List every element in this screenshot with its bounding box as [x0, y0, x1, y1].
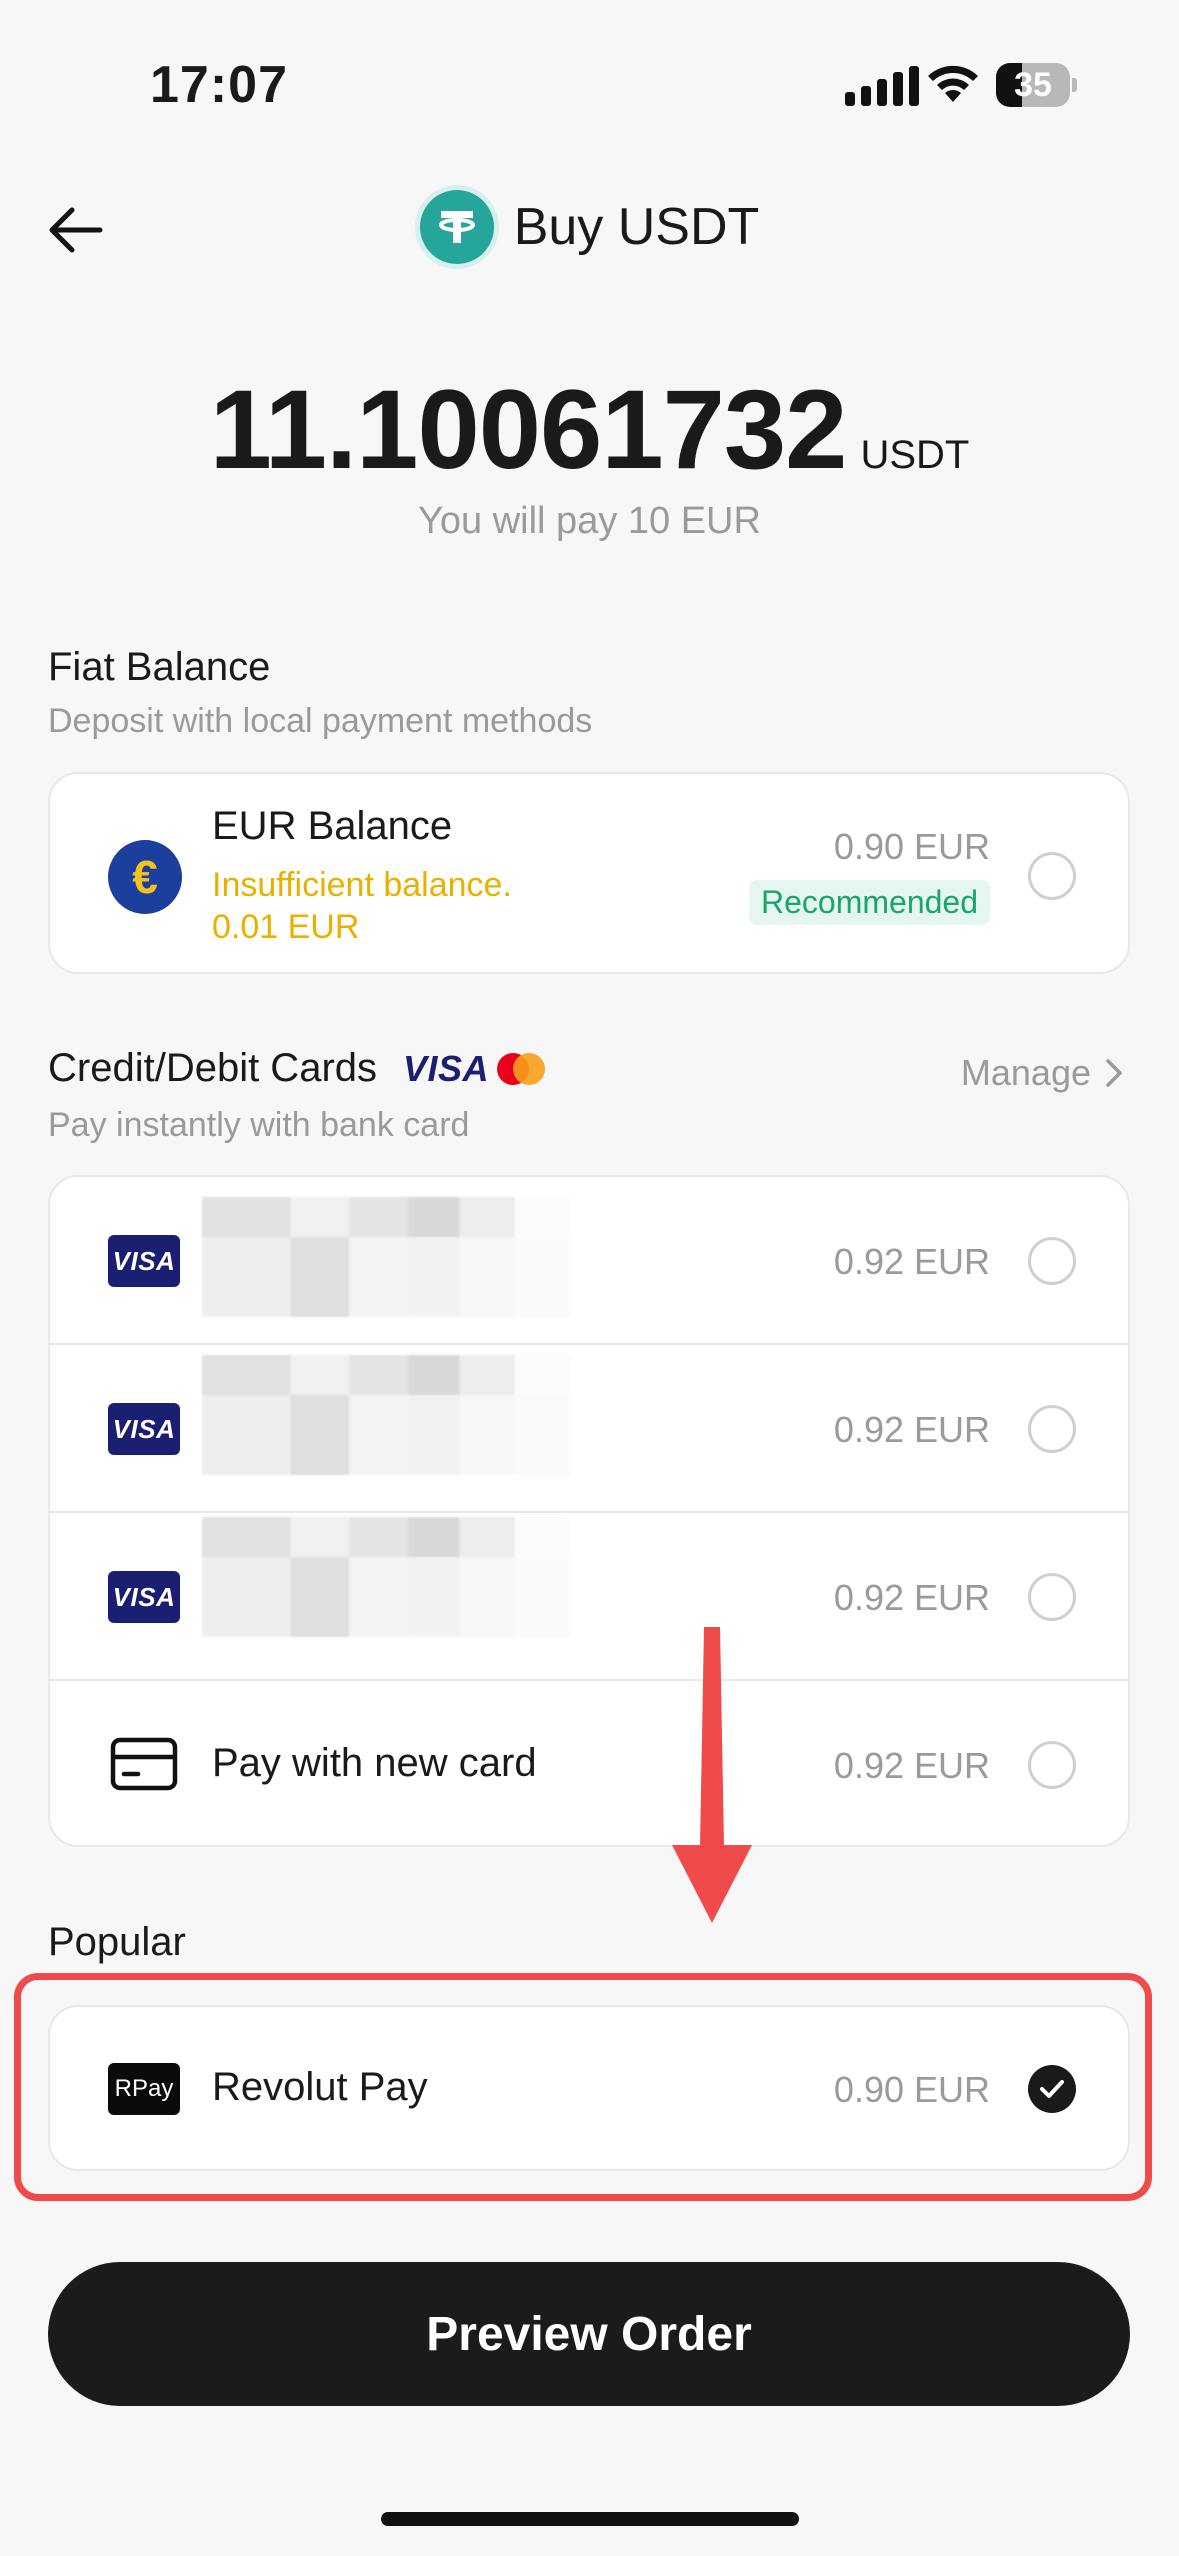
recommended-badge: Recommended: [749, 880, 990, 925]
card-radio-1[interactable]: [1028, 1237, 1076, 1285]
amount-unit: USDT: [860, 433, 970, 477]
mastercard-logo-icon: [497, 1052, 546, 1085]
masked-card-number: [202, 1197, 570, 1317]
header-title-group: Buy USDT: [0, 190, 1179, 264]
new-card-label: Pay with new card: [212, 1741, 537, 1785]
header: Buy USDT: [0, 180, 1179, 280]
euro-coin-icon: €: [108, 840, 182, 914]
home-indicator[interactable]: [381, 2512, 799, 2526]
tether-logo-icon: [419, 190, 494, 264]
amount-display: 11.10061732 USDT: [0, 365, 1179, 494]
pay-note: You will pay 10 EUR: [418, 500, 761, 542]
eur-balance-radio[interactable]: [1028, 852, 1076, 900]
cards-section-header: Credit/Debit Cards VISA: [48, 1046, 546, 1091]
status-time: 17:07: [150, 56, 288, 114]
fiat-balance-card: € EUR Balance Insufficient balance. 0.01…: [48, 772, 1130, 974]
fiat-section-subtitle: Deposit with local payment methods: [48, 702, 593, 740]
cards-section-subtitle: Pay instantly with bank card: [48, 1106, 470, 1144]
status-bar: 17:07 35: [0, 0, 1179, 170]
visa-card-icon: VISA: [108, 1571, 180, 1623]
cellular-signal-icon: [845, 66, 919, 106]
card-price: 0.92 EUR: [833, 1409, 990, 1450]
manage-cards-link[interactable]: Manage: [961, 1052, 1123, 1094]
eur-balance-label: EUR Balance: [212, 804, 453, 848]
page-title: Buy USDT: [513, 198, 760, 256]
card-brands: VISA: [403, 1047, 546, 1090]
credit-card-icon: [110, 1737, 178, 1791]
card-price: 0.92 EUR: [833, 1577, 990, 1618]
down-arrow-annotation-icon: [672, 1627, 752, 1923]
insufficient-warning: Insufficient balance.: [212, 866, 512, 904]
card-price: 0.92 EUR: [833, 1241, 990, 1282]
battery-level: 35: [1014, 66, 1052, 104]
card-radio-3[interactable]: [1028, 1573, 1076, 1621]
card-option-2[interactable]: VISA 0.92 EUR: [50, 1345, 1128, 1513]
amount-value: 11.10061732: [209, 367, 848, 492]
card-radio-2[interactable]: [1028, 1405, 1076, 1453]
visa-logo: VISA: [403, 1047, 490, 1089]
eur-balance-option[interactable]: € EUR Balance Insufficient balance. 0.01…: [50, 774, 1128, 972]
insufficient-amount: 0.01 EUR: [212, 908, 360, 946]
wifi-icon: [928, 65, 978, 102]
card-option-1[interactable]: VISA 0.92 EUR: [50, 1177, 1128, 1345]
visa-card-icon: VISA: [108, 1235, 180, 1287]
battery-icon: 35: [996, 63, 1077, 107]
visa-card-icon: VISA: [108, 1403, 180, 1455]
cards-section-title: Credit/Debit Cards: [48, 1046, 378, 1090]
manage-label: Manage: [960, 1052, 1091, 1093]
cards-list: VISA 0.92 EUR VISA 0.92 EUR VISA 0.92 EU…: [48, 1175, 1130, 1847]
popular-section-title: Popular: [48, 1920, 186, 1964]
new-card-radio[interactable]: [1028, 1741, 1076, 1789]
chevron-right-icon: [1106, 1059, 1122, 1087]
new-card-price: 0.92 EUR: [833, 1745, 990, 1786]
preview-order-button[interactable]: Preview Order: [48, 2262, 1130, 2406]
eur-balance-price: 0.90 EUR: [833, 826, 990, 867]
highlight-annotation-box: [14, 1973, 1152, 2201]
new-card-option[interactable]: Pay with new card 0.92 EUR: [50, 1681, 1128, 1845]
masked-card-number: [202, 1355, 570, 1475]
card-option-3[interactable]: VISA 0.92 EUR: [50, 1513, 1128, 1681]
masked-card-number: [202, 1517, 570, 1637]
fiat-section-title: Fiat Balance: [48, 645, 271, 689]
